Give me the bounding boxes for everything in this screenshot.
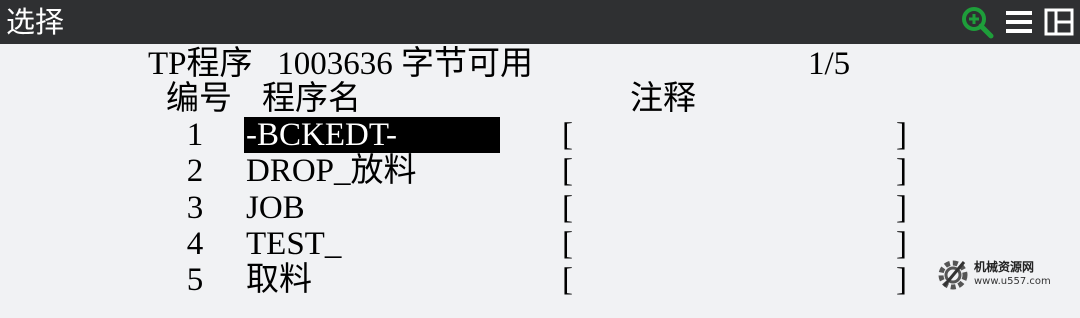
column-header-comment: 注释 xyxy=(630,81,696,117)
comment-open-bracket: [ xyxy=(562,117,573,153)
split-view-icon[interactable] xyxy=(1044,7,1074,37)
comment-open-bracket: [ xyxy=(562,262,573,298)
program-row-1[interactable]: 1 -BCKEDT- [ ] xyxy=(0,117,1080,153)
program-name[interactable]: JOB xyxy=(244,190,307,226)
comment-close-bracket: ] xyxy=(896,226,907,262)
bytes-available-value: 1003636 xyxy=(277,46,393,82)
program-name-selected[interactable]: -BCKEDT- xyxy=(244,117,500,153)
program-number: 5 xyxy=(186,262,204,298)
program-number: 1 xyxy=(186,117,204,153)
program-name[interactable]: TEST_ xyxy=(244,226,343,262)
program-number: 4 xyxy=(186,226,204,262)
program-name[interactable]: DROP_放料 xyxy=(244,153,419,189)
program-list-screen: TP程序 1003636 字节可用 1/5 编号 程序名 注释 1 -BCKED… xyxy=(0,44,1080,318)
gear-wrench-icon xyxy=(938,260,968,290)
comment-open-bracket: [ xyxy=(562,153,573,189)
zoom-in-icon[interactable] xyxy=(960,5,994,39)
watermark-logo: 机械资源网 www.u557.com xyxy=(934,252,1074,300)
column-header-number: 编号 xyxy=(166,81,232,117)
program-number: 3 xyxy=(186,190,204,226)
program-type-label: TP程序 xyxy=(148,46,253,82)
program-row-2[interactable]: 2 DROP_放料 [ ] xyxy=(0,153,1080,189)
comment-open-bracket: [ xyxy=(562,190,573,226)
bytes-available-label: 字节可用 xyxy=(401,46,534,82)
program-row-5[interactable]: 5 取料 [ ] xyxy=(0,262,1080,298)
toolbar-icons xyxy=(960,5,1074,39)
title-bar: 选择 xyxy=(0,0,1080,44)
watermark-name: 机械资源网 xyxy=(974,260,1035,274)
program-row-3[interactable]: 3 JOB [ ] xyxy=(0,190,1080,226)
comment-close-bracket: ] xyxy=(896,190,907,226)
comment-close-bracket: ] xyxy=(896,262,907,298)
program-name[interactable]: 取料 xyxy=(244,262,314,298)
program-row-4[interactable]: 4 TEST_ [ ] xyxy=(0,226,1080,262)
program-number: 2 xyxy=(186,153,204,189)
page-indicator: 1/5 xyxy=(808,46,851,82)
comment-open-bracket: [ xyxy=(562,226,573,262)
watermark-url: www.u557.com xyxy=(974,276,1051,287)
comment-close-bracket: ] xyxy=(896,153,907,189)
comment-close-bracket: ] xyxy=(896,117,907,153)
memory-status: TP程序 1003636 字节可用 xyxy=(148,46,533,82)
column-header-name: 程序名 xyxy=(262,81,361,117)
menu-icon[interactable] xyxy=(1004,7,1034,37)
screen-title: 选择 xyxy=(6,5,65,39)
